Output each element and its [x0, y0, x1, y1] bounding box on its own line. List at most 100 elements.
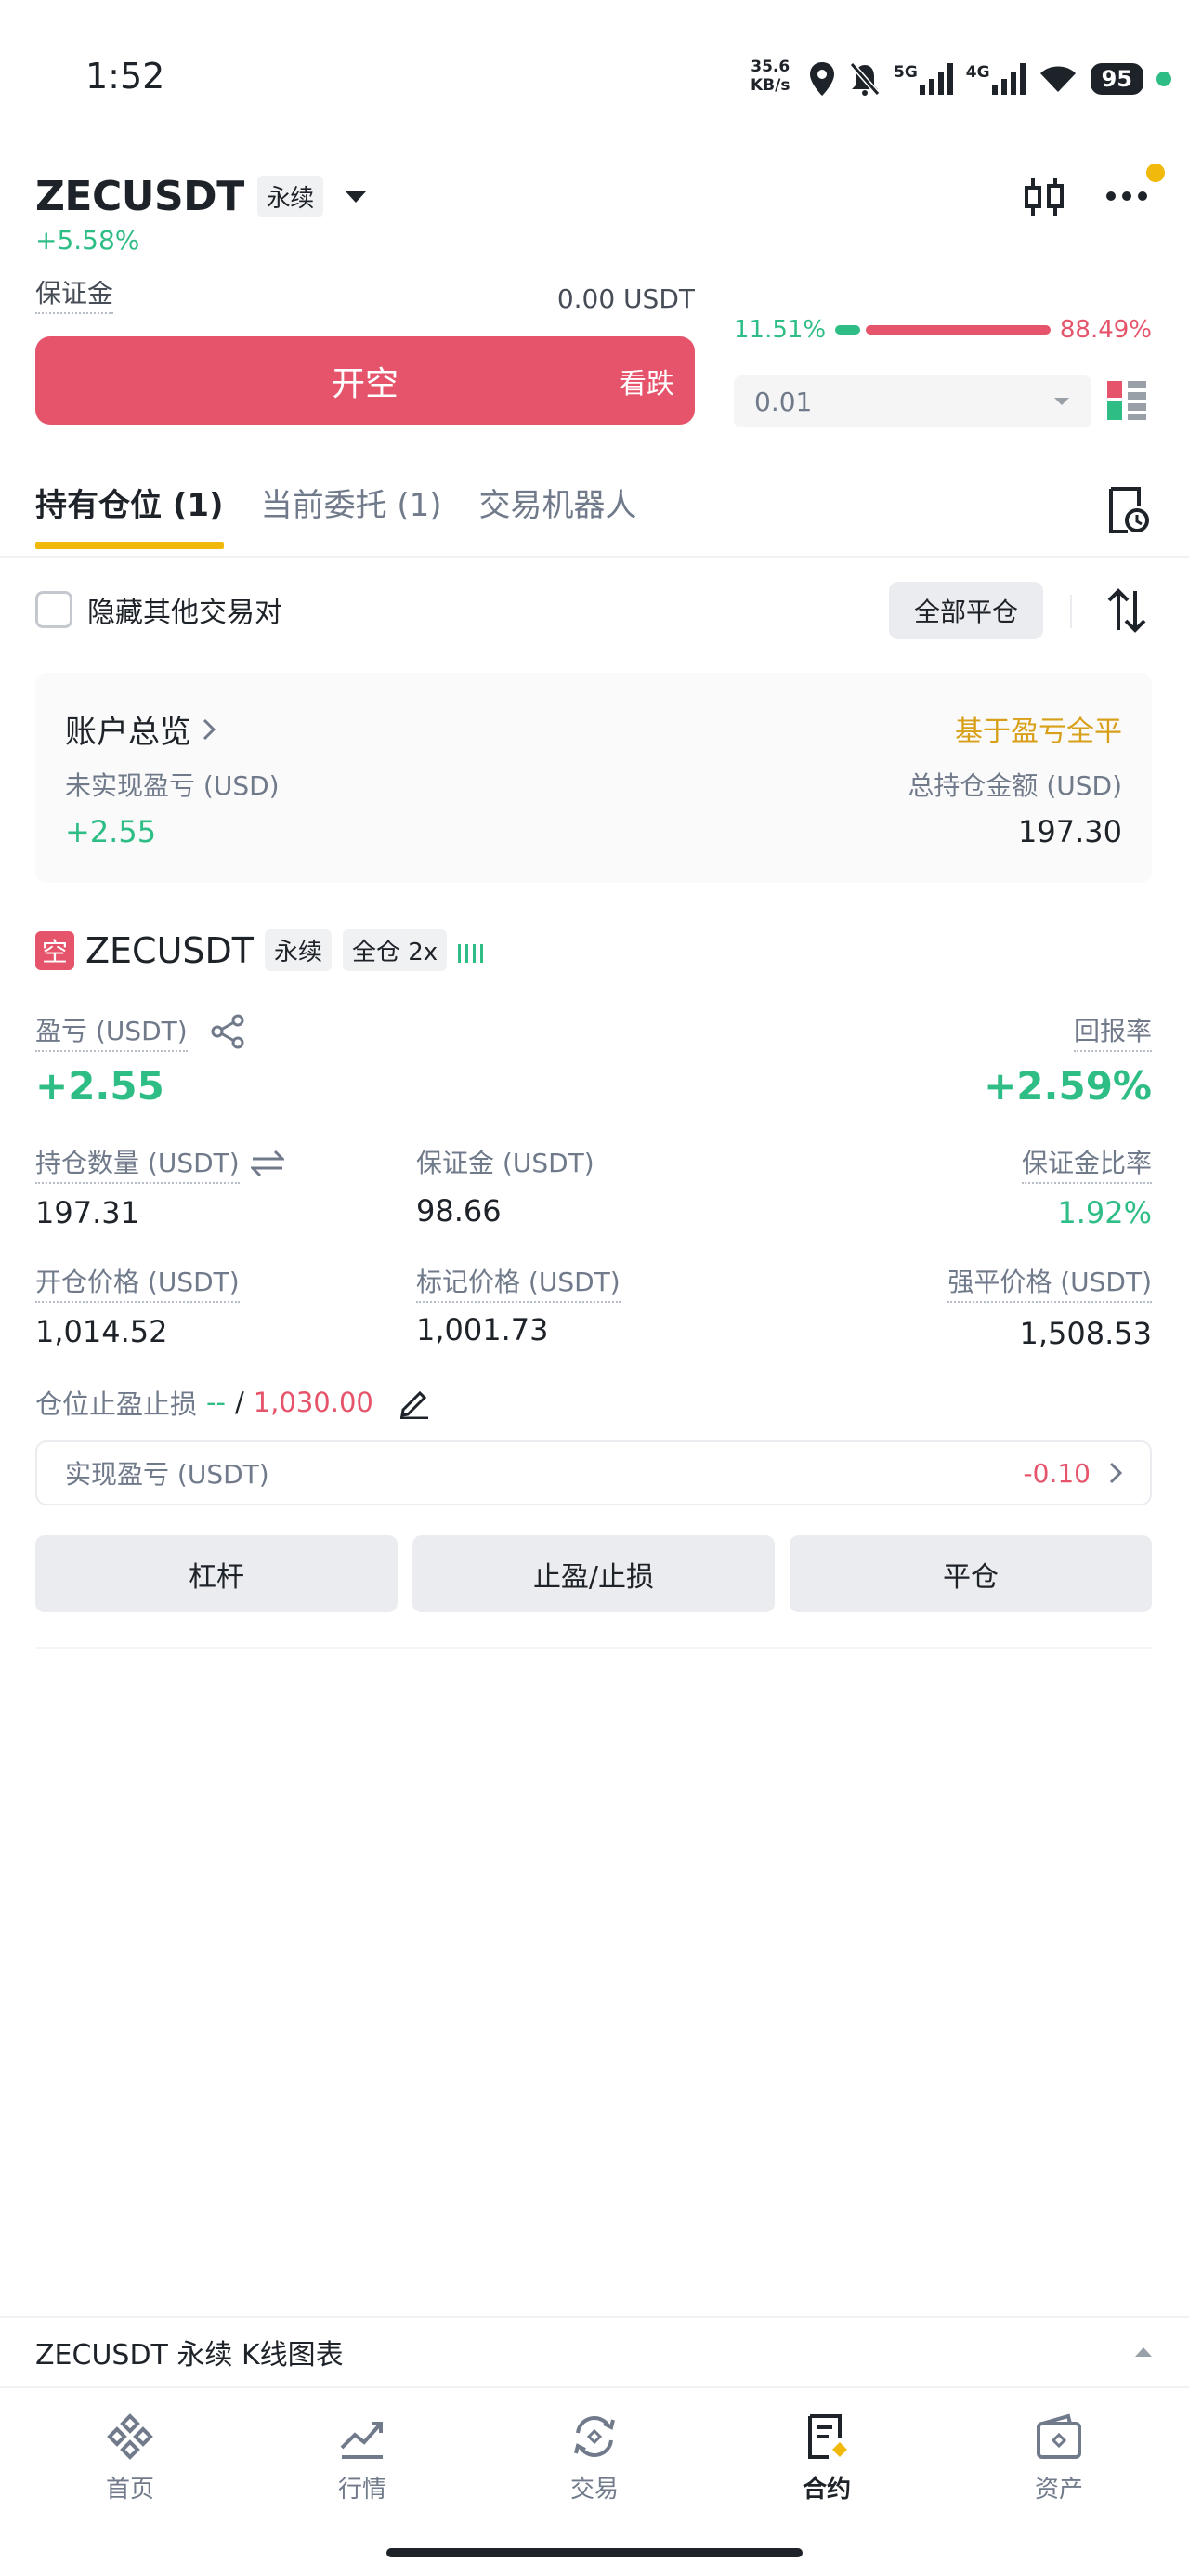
close-all-button[interactable]: 全部平仓 — [889, 582, 1043, 639]
markets-icon — [340, 2422, 383, 2459]
margin-ratio-value: 1.92% — [1057, 1195, 1152, 1230]
short-badge: 空 — [35, 930, 74, 970]
margin-ratio-label: 保证金比率 — [1021, 1143, 1152, 1184]
entry-price-label: 开仓价格 (USDT) — [35, 1262, 240, 1303]
margin-value: 0.00 USDT — [556, 283, 695, 314]
roe-label: 回报率 — [1073, 1011, 1152, 1052]
mark-price-value: 1,001.73 — [416, 1312, 549, 1347]
price-change: +5.58% — [35, 225, 140, 256]
nav-home[interactable]: 首页 — [46, 2412, 214, 2504]
tab-open-orders[interactable]: 当前委托 (1) — [261, 480, 442, 525]
entry-price-value: 1,014.52 — [35, 1314, 168, 1349]
signal-strength-icon — [458, 943, 484, 963]
open-short-label: 开空 — [331, 364, 399, 403]
contract-type-tag: 永续 — [264, 929, 332, 971]
status-time: 1:52 — [85, 56, 165, 97]
wallet-icon — [1037, 2413, 1081, 2459]
location-icon — [810, 62, 834, 96]
kline-chart-label: ZECUSDT 永续 K线图表 — [35, 2339, 344, 2372]
edit-icon[interactable] — [398, 1386, 431, 1419]
position-margin-value: 98.66 — [416, 1193, 502, 1229]
share-icon[interactable] — [210, 1014, 245, 1049]
futures-icon — [808, 2414, 847, 2459]
pair-title: ZECUSDT — [35, 173, 244, 220]
notification-dot — [1146, 164, 1165, 182]
orderbook-layout-icon[interactable] — [1107, 381, 1146, 420]
more-icon[interactable] — [1105, 190, 1148, 203]
contract-type-tag: 永续 — [256, 176, 323, 217]
network-speed: 35.6 KB/s — [751, 58, 790, 95]
nav-assets[interactable]: 资产 — [975, 2412, 1143, 2504]
size-value: 197.31 — [35, 1195, 139, 1230]
ratio-bar-buy — [835, 325, 860, 335]
close-by-pnl-link[interactable]: 基于盈亏全平 — [955, 708, 1122, 749]
mark-price-label: 标记价格 (USDT) — [416, 1262, 621, 1303]
leverage-button[interactable]: 杠杆 — [35, 1535, 398, 1612]
nav-futures[interactable]: 合约 — [743, 2412, 910, 2504]
margin-row: 保证金 0.00 USDT — [35, 281, 695, 314]
tpsl-separator: / — [234, 1387, 244, 1418]
account-overview-card: 账户总览 基于盈亏全平 未实现盈亏 (USD) 总持仓金额 (USD) +2.5… — [35, 673, 1152, 883]
pnl-label: 盈亏 (USDT) — [35, 1011, 188, 1052]
privacy-dot — [1156, 72, 1171, 86]
position-divider — [35, 1647, 1152, 1649]
tp-value: -- — [206, 1387, 226, 1418]
position-tabs: 持有仓位 (1) 当前委托 (1) 交易机器人 — [35, 480, 637, 549]
size-label-row: 持仓数量 (USDT) — [35, 1143, 284, 1184]
roe-value: +2.59% — [984, 1063, 1152, 1109]
nav-trade[interactable]: 交易 — [511, 2412, 678, 2504]
tpsl-label: 仓位止盈止损 — [35, 1388, 198, 1420]
chevron-right-icon — [1109, 1462, 1122, 1484]
total-position-value: 197.30 — [1018, 814, 1122, 849]
tpsl-row: 仓位止盈止损 -- / 1,030.00 — [35, 1383, 431, 1422]
unrealized-pnl-value: +2.55 — [65, 814, 157, 849]
open-short-button[interactable]: 开空 看跌 — [35, 336, 695, 425]
candlestick-chart-icon[interactable] — [1022, 175, 1066, 219]
ratio-bar-sell — [865, 325, 1051, 335]
tab-trading-bots[interactable]: 交易机器人 — [479, 480, 637, 525]
mute-icon — [849, 62, 881, 96]
ratio-bar — [835, 325, 1051, 335]
margin-label: 保证金 — [35, 281, 114, 314]
liq-price-value: 1,508.53 — [1019, 1316, 1153, 1351]
history-icon[interactable] — [1107, 485, 1150, 535]
trade-icon — [574, 2416, 615, 2457]
hide-other-pairs-checkbox[interactable] — [35, 591, 72, 628]
kline-chart-bar[interactable]: ZECUSDT 永续 K线图表 — [0, 2316, 1189, 2388]
battery-indicator: 95 — [1090, 63, 1143, 95]
nav-markets[interactable]: 行情 — [279, 2412, 446, 2504]
status-icons: 5G 4G 95 — [808, 58, 1171, 100]
home-indicator — [386, 2548, 803, 2557]
tab-positions[interactable]: 持有仓位 (1) — [35, 480, 224, 549]
swap-icon[interactable] — [250, 1150, 284, 1177]
home-icon — [107, 2413, 153, 2460]
realized-pnl-row[interactable]: 实现盈亏 (USDT) -0.10 — [35, 1440, 1152, 1505]
caret-down-icon — [1054, 398, 1069, 405]
unrealized-pnl-label: 未实现盈亏 (USD) — [65, 770, 280, 801]
total-position-label: 总持仓金额 (USD) — [908, 770, 1122, 801]
position-header: 空 ZECUSDT 永续 全仓 2x — [35, 929, 486, 971]
margin-mode-tag: 全仓 2x — [343, 929, 448, 971]
chevron-right-icon — [203, 718, 216, 740]
caret-down-icon — [345, 191, 366, 203]
account-overview-link[interactable]: 账户总览 — [65, 706, 216, 752]
sl-value: 1,030.00 — [253, 1387, 373, 1418]
pnl-label-row: 盈亏 (USDT) — [35, 1011, 245, 1052]
hide-other-pairs-toggle[interactable]: 隐藏其他交易对 — [35, 589, 282, 630]
long-short-ratio: 11.51% 88.49% — [734, 316, 1152, 344]
tpsl-button[interactable]: 止盈/止损 — [412, 1535, 775, 1612]
caret-up-icon — [1135, 2347, 1152, 2357]
pair-selector[interactable]: ZECUSDT 永续 — [35, 173, 368, 220]
quantity-select[interactable]: 0.01 — [734, 375, 1091, 427]
quantity-value: 0.01 — [754, 386, 813, 417]
tabs-divider — [0, 556, 1189, 558]
divider — [1070, 595, 1072, 628]
realized-pnl-value: -0.10 — [1023, 1457, 1091, 1489]
pnl-value: +2.55 — [35, 1063, 164, 1109]
realized-pnl-label: 实现盈亏 (USDT) — [65, 1459, 269, 1490]
sort-icon[interactable] — [1107, 587, 1146, 634]
tab-underline — [35, 542, 224, 549]
close-position-button[interactable]: 平仓 — [790, 1535, 1152, 1612]
wifi-icon — [1039, 66, 1076, 92]
sell-ratio: 88.49% — [1059, 316, 1152, 344]
